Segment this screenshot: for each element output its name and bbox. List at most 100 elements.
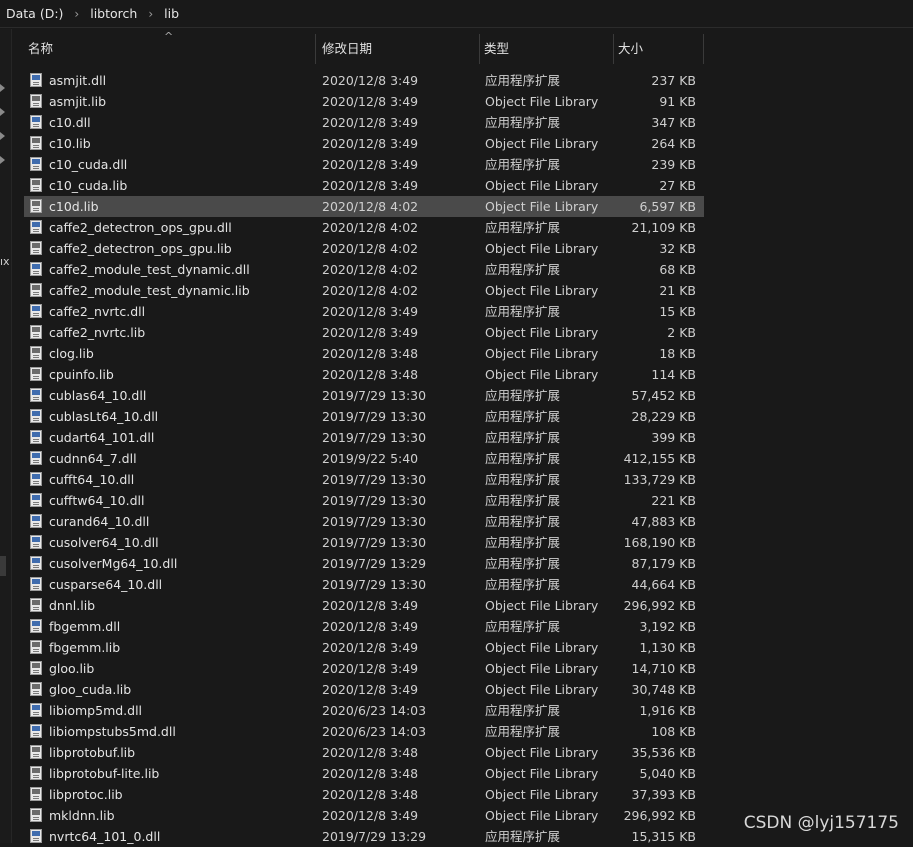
file-row[interactable]: libprotoc.lib 2020/12/8 3:48 Object File L… xyxy=(24,784,704,805)
file-row[interactable]: c10d.lib 2020/12/8 4:02 Object File Librar… xyxy=(24,196,704,217)
file-row[interactable]: c10_cuda.lib 2020/12/8 3:49 Object File Li… xyxy=(24,175,704,196)
file-row[interactable]: fbgemm.lib 2020/12/8 3:49 Object File Libr… xyxy=(24,637,704,658)
file-row[interactable]: c10_cuda.dll 2020/12/8 3:49 应用程序扩展 239 KB xyxy=(24,154,704,175)
navigation-pane-scroll-thumb[interactable] xyxy=(0,556,6,576)
breadcrumb-item-drive[interactable]: Data (D:) xyxy=(4,6,65,21)
column-header-size[interactable]: 大小 xyxy=(614,34,704,64)
file-name: curand64_10.dll xyxy=(49,514,150,529)
chevron-right-icon[interactable]: › xyxy=(65,7,88,21)
file-row[interactable]: caffe2_module_test_dynamic.dll 2020/12/8 … xyxy=(24,259,704,280)
dll-file-icon xyxy=(30,493,44,508)
file-name: caffe2_detectron_ops_gpu.dll xyxy=(49,220,232,235)
file-name: c10_cuda.lib xyxy=(49,178,128,193)
file-row[interactable]: libprotobuf.lib 2020/12/8 3:48 Object File… xyxy=(24,742,704,763)
dll-file-icon xyxy=(30,619,42,633)
file-date: 2020/12/8 3:49 xyxy=(322,157,419,172)
file-row[interactable]: cusparse64_10.dll 2019/7/29 13:30 应用程序扩展 44… xyxy=(24,574,704,595)
chevron-right-icon[interactable]: › xyxy=(139,7,162,21)
file-size: 168,190 KB xyxy=(623,535,696,550)
file-row[interactable]: caffe2_module_test_dynamic.lib 2020/12/8 … xyxy=(24,280,704,301)
file-name: caffe2_detectron_ops_gpu.lib xyxy=(49,241,232,256)
file-row[interactable]: dnnl.lib 2020/12/8 3:49 Object File Librar… xyxy=(24,595,704,616)
file-size: 21 KB xyxy=(659,283,696,298)
file-row[interactable]: libprotobuf-lite.lib 2020/12/8 3:48 Object… xyxy=(24,763,704,784)
expand-arrow-icon[interactable] xyxy=(0,156,5,164)
file-size: 237 KB xyxy=(651,73,696,88)
file-row[interactable]: caffe2_nvrtc.lib 2020/12/8 3:49 Object Fil… xyxy=(24,322,704,343)
lib-file-icon xyxy=(30,136,44,151)
expand-arrow-icon[interactable] xyxy=(0,132,5,140)
expand-arrow-icon[interactable] xyxy=(0,108,5,116)
file-row[interactable]: gloo_cuda.lib 2020/12/8 3:49 Object File L… xyxy=(24,679,704,700)
file-row[interactable]: cusolverMg64_10.dll 2019/7/29 13:29 应用程序扩展… xyxy=(24,553,704,574)
file-type: Object File Library xyxy=(485,682,599,697)
file-date: 2020/12/8 4:02 xyxy=(322,262,419,277)
file-row[interactable]: cufftw64_10.dll 2019/7/29 13:30 应用程序扩展 221 … xyxy=(24,490,704,511)
file-type: 应用程序扩展 xyxy=(485,451,561,466)
file-row[interactable]: nvrtc64_101_0.dll 2019/7/29 13:29 应用程序扩展 15… xyxy=(24,826,704,847)
expand-arrow-icon[interactable] xyxy=(0,84,5,92)
file-row[interactable]: mkldnn.lib 2020/12/8 3:49 Object File Libr… xyxy=(24,805,704,826)
breadcrumb-item-lib[interactable]: lib xyxy=(162,6,181,21)
breadcrumb-item-libtorch[interactable]: libtorch xyxy=(88,6,139,21)
column-header-name[interactable]: 名称 xyxy=(24,34,316,64)
navigation-pane[interactable]: ıx xyxy=(0,29,12,843)
file-row[interactable]: gloo.lib 2020/12/8 3:49 Object File Librar… xyxy=(24,658,704,679)
column-header-type[interactable]: 类型 xyxy=(480,34,614,64)
file-row[interactable]: asmjit.dll 2020/12/8 3:49 应用程序扩展 237 KB xyxy=(24,70,704,91)
file-type: Object File Library xyxy=(485,178,599,193)
file-row[interactable]: caffe2_detectron_ops_gpu.lib 2020/12/8 4:… xyxy=(24,238,704,259)
file-row[interactable]: fbgemm.dll 2020/12/8 3:49 应用程序扩展 3,192 KB xyxy=(24,616,704,637)
dll-file-icon xyxy=(30,451,42,465)
file-row[interactable]: libiomp5md.dll 2020/6/23 14:03 应用程序扩展 1,916… xyxy=(24,700,704,721)
file-date: 2020/12/8 3:49 xyxy=(322,115,419,130)
navigation-pane-label[interactable]: ıx xyxy=(0,255,10,268)
file-row[interactable]: c10.dll 2020/12/8 3:49 应用程序扩展 347 KB xyxy=(24,112,704,133)
lib-file-icon xyxy=(30,346,44,361)
lib-file-icon xyxy=(30,367,44,382)
lib-file-icon xyxy=(30,745,42,759)
lib-file-icon xyxy=(30,598,42,612)
file-row[interactable]: c10.lib 2020/12/8 3:49 Object File Library… xyxy=(24,133,704,154)
file-date: 2020/12/8 3:49 xyxy=(322,136,419,151)
file-row[interactable]: clog.lib 2020/12/8 3:48 Object File Librar… xyxy=(24,343,704,364)
dll-file-icon xyxy=(30,262,44,277)
file-row[interactable]: caffe2_detectron_ops_gpu.dll 2020/12/8 4:… xyxy=(24,217,704,238)
file-row[interactable]: cudart64_101.dll 2019/7/29 13:30 应用程序扩展 399… xyxy=(24,427,704,448)
lib-file-icon xyxy=(30,136,42,150)
file-name: caffe2_module_test_dynamic.dll xyxy=(49,262,250,277)
file-row[interactable]: asmjit.lib 2020/12/8 3:49 Object File Libr… xyxy=(24,91,704,112)
file-size: 44,664 KB xyxy=(631,577,696,592)
file-type: Object File Library xyxy=(485,367,599,382)
file-size: 57,452 KB xyxy=(631,388,696,403)
file-type: 应用程序扩展 xyxy=(485,157,561,172)
lib-file-icon xyxy=(30,745,44,760)
file-row[interactable]: curand64_10.dll 2019/7/29 13:30 应用程序扩展 47,8… xyxy=(24,511,704,532)
file-row[interactable]: libiompstubs5md.dll 2020/6/23 14:03 应用程序扩展… xyxy=(24,721,704,742)
file-type: 应用程序扩展 xyxy=(485,514,561,529)
dll-file-icon xyxy=(30,409,42,423)
file-row[interactable]: cublas64_10.dll 2019/7/29 13:30 应用程序扩展 57,4… xyxy=(24,385,704,406)
file-row[interactable]: cusolver64_10.dll 2019/7/29 13:30 应用程序扩展 16… xyxy=(24,532,704,553)
file-type: Object File Library xyxy=(485,598,599,613)
file-row[interactable]: cufft64_10.dll 2019/7/29 13:30 应用程序扩展 133,7… xyxy=(24,469,704,490)
file-row[interactable]: cudnn64_7.dll 2019/9/22 5:40 应用程序扩展 412,155… xyxy=(24,448,704,469)
file-name: cublasLt64_10.dll xyxy=(49,409,159,424)
dll-file-icon xyxy=(30,556,42,570)
dll-file-icon xyxy=(30,262,42,276)
file-row[interactable]: cublasLt64_10.dll 2019/7/29 13:30 应用程序扩展 28… xyxy=(24,406,704,427)
file-type: 应用程序扩展 xyxy=(485,73,561,88)
file-size: 15,315 KB xyxy=(631,829,696,844)
file-row[interactable]: caffe2_nvrtc.dll 2020/12/8 3:49 应用程序扩展 15 K… xyxy=(24,301,704,322)
file-date: 2019/9/22 5:40 xyxy=(322,451,419,466)
file-date: 2020/12/8 3:48 xyxy=(322,346,419,361)
column-header-date[interactable]: 修改日期 xyxy=(318,34,480,64)
file-type: 应用程序扩展 xyxy=(485,472,561,487)
file-row[interactable]: cpuinfo.lib 2020/12/8 3:48 Object File Lib… xyxy=(24,364,704,385)
file-date: 2020/12/8 3:49 xyxy=(322,661,419,676)
dll-file-icon xyxy=(30,73,42,87)
dll-file-icon xyxy=(30,535,42,549)
file-type: 应用程序扩展 xyxy=(485,115,561,130)
file-size: 133,729 KB xyxy=(623,472,696,487)
file-name: libiompstubs5md.dll xyxy=(49,724,176,739)
